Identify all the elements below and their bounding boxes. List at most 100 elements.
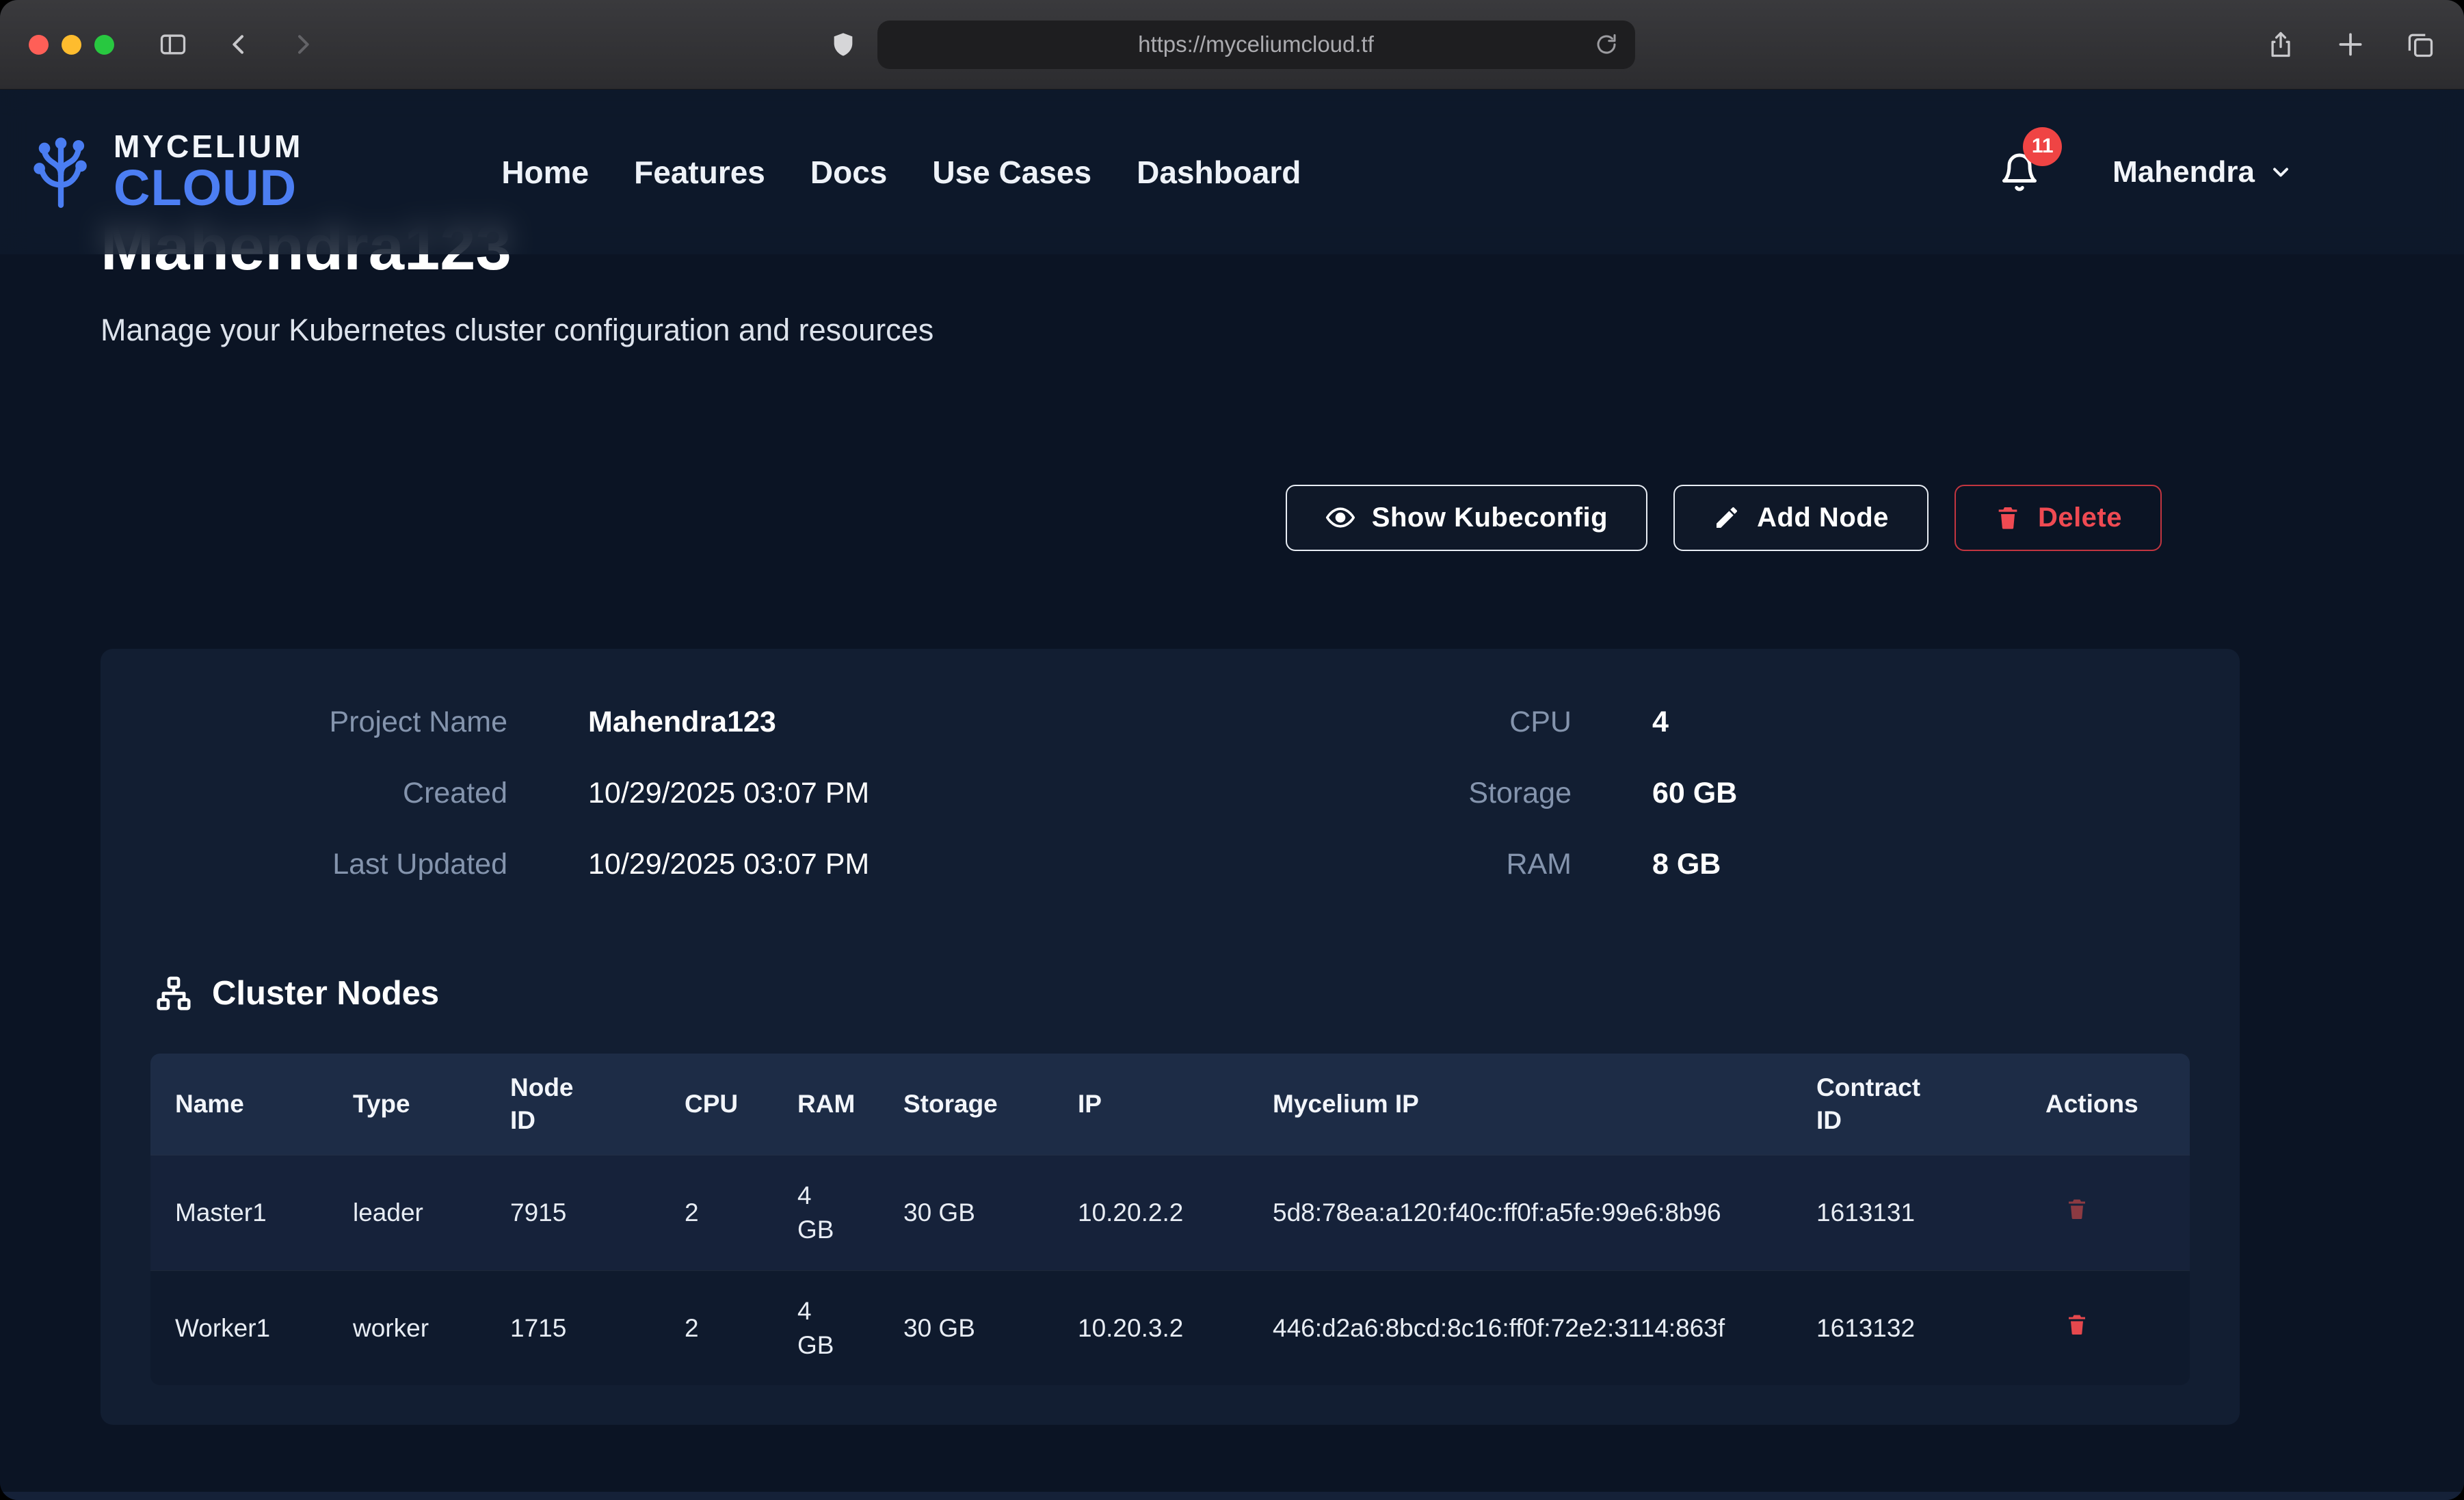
add-node-button[interactable]: Add Node [1673,485,1929,551]
cell-ip: 10.20.2.2 [1053,1155,1248,1270]
close-window-button[interactable] [29,35,49,55]
cluster-actions-row: Show Kubeconfig Add Node Delete [101,485,2240,551]
user-menu[interactable]: Mahendra [2112,155,2293,189]
details-left-column: Project Name Mahendra123 Created 10/29/2… [150,687,1170,900]
column-header-name: Name [150,1054,328,1155]
page-content: Mahendra123 Manage your Kubernetes clust… [0,90,2464,1500]
browser-window: https://myceliumcloud.tf Mahendra123 Man… [0,0,2464,1500]
cluster-nodes-title: Cluster Nodes [212,974,439,1013]
detail-value: Mahendra123 [507,687,1170,758]
site-navbar: MYCELIUM CLOUD Home Features Docs Use Ca… [0,90,2464,254]
tab-overview-icon[interactable] [2405,29,2435,59]
column-header-mycelium-ip: Mycelium IP [1248,1054,1792,1155]
trash-icon [1994,504,2022,531]
cell-node-id: 7915 [486,1155,660,1270]
notification-badge: 11 [2023,127,2062,166]
cluster-nodes-table-wrap: Name Type Node ID CPU RAM Storage IP Myc… [150,1054,2190,1386]
back-icon[interactable] [225,31,252,58]
share-icon[interactable] [2266,29,2296,59]
column-header-contract-id: Contract ID [1792,1054,2021,1155]
detail-label: Last Updated [150,829,507,900]
detail-value: 10/29/2025 03:07 PM [507,829,1170,900]
table-row: Worker1 worker 1715 2 4 GB 30 GB 10.20.3… [150,1270,2190,1385]
column-header-storage: Storage [879,1054,1053,1155]
cell-type: worker [328,1270,486,1385]
nav-item-home[interactable]: Home [501,154,589,191]
cell-mycelium-ip: 5d8:78ea:a120:f40c:ff0f:a5fe:99e6:8b96 [1248,1155,1792,1270]
cell-type: leader [328,1155,486,1270]
minimize-window-button[interactable] [62,35,81,55]
column-header-ip: IP [1053,1054,1248,1155]
nav-item-use-cases[interactable]: Use Cases [932,154,1091,191]
url-text: https://myceliumcloud.tf [1138,31,1374,57]
show-kubeconfig-button[interactable]: Show Kubeconfig [1286,485,1647,551]
column-header-actions: Actions [2021,1054,2190,1155]
page-subtitle: Manage your Kubernetes cluster configura… [101,312,2464,348]
cell-contract-id: 1613132 [1792,1270,2021,1385]
delete-label: Delete [2038,503,2122,533]
forward-icon [289,31,317,58]
cluster-details-card: Project Name Mahendra123 Created 10/29/2… [101,649,2240,1425]
user-name: Mahendra [2112,155,2255,189]
nav-item-dashboard[interactable]: Dashboard [1137,154,1301,191]
column-header-ram: RAM [773,1054,879,1155]
detail-value: 60 GB [1572,758,2190,829]
brand-name-top: MYCELIUM [114,132,303,162]
browser-chrome: https://myceliumcloud.tf [0,0,2464,90]
cell-cpu: 2 [660,1270,773,1385]
traffic-lights [29,35,114,55]
mycelium-logo-icon [21,132,101,213]
notifications-button[interactable]: 11 [1999,152,2040,193]
detail-label: Created [150,758,507,829]
delete-node-button[interactable] [2065,1312,2089,1337]
cell-name: Master1 [150,1155,328,1270]
cell-name: Worker1 [150,1270,328,1385]
cell-cpu: 2 [660,1155,773,1270]
cluster-details: Project Name Mahendra123 Created 10/29/2… [150,687,2190,900]
detail-value: 8 GB [1572,829,2190,900]
sidebar-toggle-icon[interactable] [158,29,188,59]
reload-icon[interactable] [1594,32,1619,57]
trash-icon [2065,1312,2089,1337]
cluster-nodes-header: Cluster Nodes [155,974,2190,1013]
nav-item-features[interactable]: Features [634,154,765,191]
cell-ram: 4 GB [773,1155,879,1270]
cell-mycelium-ip: 446:d2a6:8bcd:8c16:ff0f:72e2:3114:863f [1248,1270,1792,1385]
nav-item-docs[interactable]: Docs [810,154,887,191]
pencil-icon [1713,504,1740,531]
fullscreen-window-button[interactable] [94,35,114,55]
detail-label: Project Name [150,687,507,758]
cell-storage: 30 GB [879,1155,1053,1270]
table-header-row: Name Type Node ID CPU RAM Storage IP Myc… [150,1054,2190,1155]
eye-icon [1325,503,1355,533]
detail-label: CPU [1170,687,1572,758]
cell-ram: 4 GB [773,1270,879,1385]
details-right-column: CPU 4 Storage 60 GB RAM 8 GB [1170,687,2190,900]
new-tab-icon[interactable] [2335,29,2366,59]
cluster-nodes-table: Name Type Node ID CPU RAM Storage IP Myc… [150,1054,2190,1386]
nav-links: Home Features Docs Use Cases Dashboard [501,154,1301,191]
delete-cluster-button[interactable]: Delete [1955,485,2162,551]
address-bar[interactable]: https://myceliumcloud.tf [877,21,1635,69]
network-icon [155,974,193,1013]
column-header-node-id: Node ID [486,1054,660,1155]
trash-icon [2065,1196,2089,1221]
brand-logo[interactable]: MYCELIUM CLOUD [21,132,303,213]
brand-name-bottom: CLOUD [114,164,303,212]
cell-ip: 10.20.3.2 [1053,1270,1248,1385]
detail-value: 10/29/2025 03:07 PM [507,758,1170,829]
chevron-down-icon [2268,160,2293,185]
privacy-shield-icon[interactable] [830,31,857,58]
detail-label: RAM [1170,829,1572,900]
page-viewport: Mahendra123 Manage your Kubernetes clust… [0,90,2464,1500]
detail-value: 4 [1572,687,2190,758]
detail-label: Storage [1170,758,1572,829]
column-header-cpu: CPU [660,1054,773,1155]
column-header-type: Type [328,1054,486,1155]
show-kubeconfig-label: Show Kubeconfig [1372,503,1608,533]
table-row: Master1 leader 7915 2 4 GB 30 GB 10.20.2… [150,1155,2190,1270]
add-node-label: Add Node [1757,503,1889,533]
delete-node-button[interactable] [2065,1196,2089,1221]
cell-node-id: 1715 [486,1270,660,1385]
cell-contract-id: 1613131 [1792,1155,2021,1270]
